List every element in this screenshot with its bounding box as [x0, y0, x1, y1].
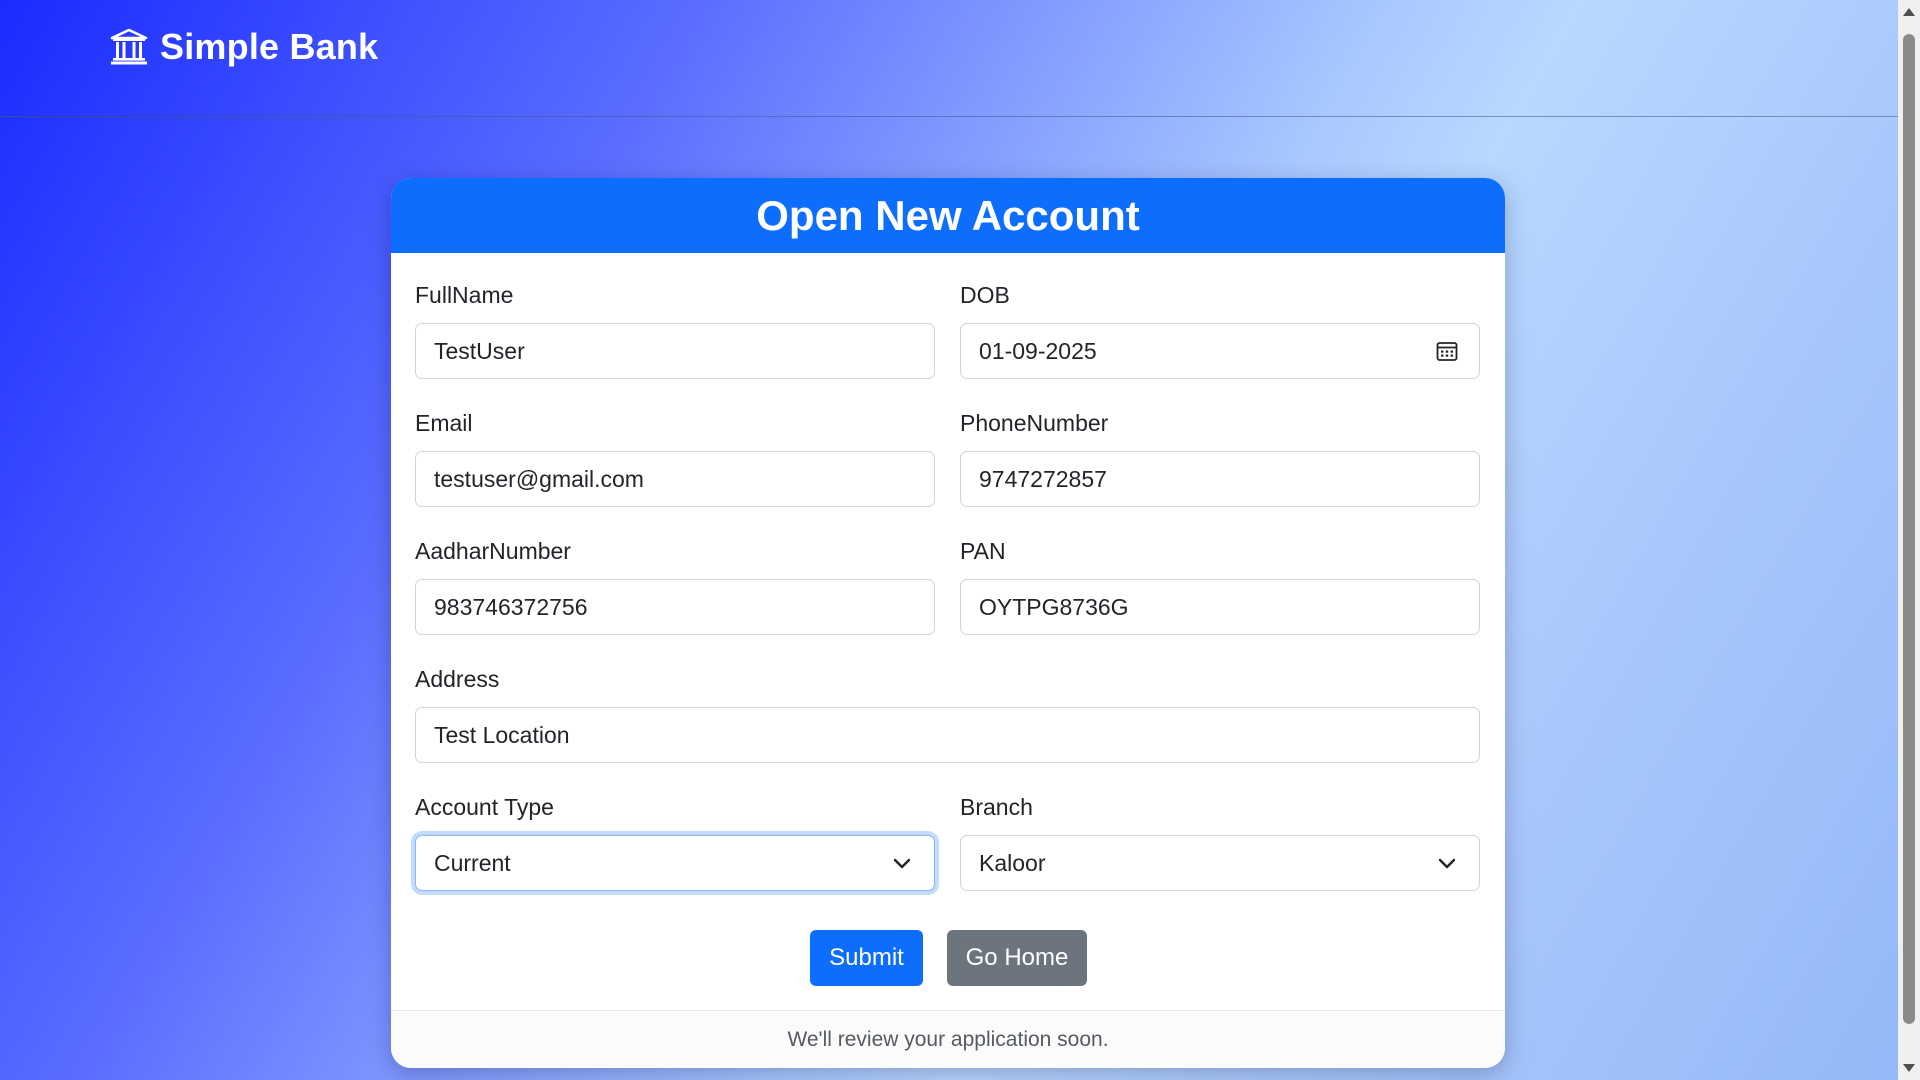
branch-value: Kaloor — [979, 849, 1046, 876]
address-value: Test Location — [434, 721, 570, 748]
account-type-label: Account Type — [415, 794, 554, 820]
card-header: Open New Account — [391, 178, 1505, 253]
phone-label: PhoneNumber — [960, 410, 1109, 436]
email-input[interactable]: testuser@gmail.com — [415, 451, 935, 507]
brand-name: Simple Bank — [160, 26, 379, 67]
address-input[interactable]: Test Location — [415, 707, 1480, 763]
fullname-group: FullName TestUser — [415, 281, 935, 379]
branch-select[interactable]: Kaloor — [960, 835, 1480, 891]
dob-value: 01-09-2025 — [979, 337, 1097, 364]
dob-group: DOB 01-09-2025 — [960, 281, 1480, 379]
vertical-scrollbar[interactable] — [1898, 0, 1920, 1080]
aadhar-input[interactable]: 983746372756 — [415, 579, 935, 635]
card-footer: We'll review your application soon. — [391, 1010, 1505, 1068]
address-label: Address — [415, 666, 500, 692]
navbar: Simple Bank — [0, 0, 1898, 117]
brand-link[interactable]: Simple Bank — [110, 26, 378, 68]
pan-label: PAN — [960, 538, 1006, 564]
aadhar-label: AadharNumber — [415, 538, 571, 564]
chevron-down-icon — [893, 858, 911, 869]
branch-label: Branch — [960, 794, 1033, 820]
account-type-select[interactable]: Current — [415, 835, 935, 891]
submit-button[interactable]: Submit — [810, 930, 923, 986]
phone-input[interactable]: 9747272857 — [960, 451, 1480, 507]
pan-value: OYTPG8736G — [979, 593, 1129, 620]
bank-icon — [110, 28, 148, 65]
phone-group: PhoneNumber 9747272857 — [960, 409, 1480, 507]
aadhar-value: 983746372756 — [434, 593, 588, 620]
scroll-thumb[interactable] — [1903, 34, 1915, 1024]
go-home-button[interactable]: Go Home — [947, 930, 1087, 986]
fullname-value: TestUser — [434, 337, 525, 364]
form-title: Open New Account — [756, 191, 1140, 239]
dob-label: DOB — [960, 282, 1010, 308]
chevron-down-icon — [1438, 858, 1456, 869]
email-value: testuser@gmail.com — [434, 465, 644, 492]
phone-value: 9747272857 — [979, 465, 1107, 492]
pan-input[interactable]: OYTPG8736G — [960, 579, 1480, 635]
branch-group: Branch Kaloor — [960, 793, 1480, 891]
calendar-icon[interactable] — [1435, 339, 1459, 363]
open-account-card: Open New Account FullName TestUser DOB 0… — [391, 178, 1505, 1068]
fullname-input[interactable]: TestUser — [415, 323, 935, 379]
pan-group: PAN OYTPG8736G — [960, 537, 1480, 635]
account-type-group: Account Type Current — [415, 793, 935, 891]
email-label: Email — [415, 410, 473, 436]
email-group: Email testuser@gmail.com — [415, 409, 935, 507]
aadhar-group: AadharNumber 983746372756 — [415, 537, 935, 635]
scroll-down-arrow-icon[interactable] — [1903, 1064, 1915, 1072]
address-group: Address Test Location — [415, 665, 1480, 763]
fullname-label: FullName — [415, 282, 514, 308]
scroll-up-arrow-icon[interactable] — [1903, 8, 1915, 16]
dob-input[interactable]: 01-09-2025 — [960, 323, 1480, 379]
account-type-value: Current — [434, 849, 511, 876]
footer-note: We'll review your application soon. — [787, 1027, 1109, 1051]
